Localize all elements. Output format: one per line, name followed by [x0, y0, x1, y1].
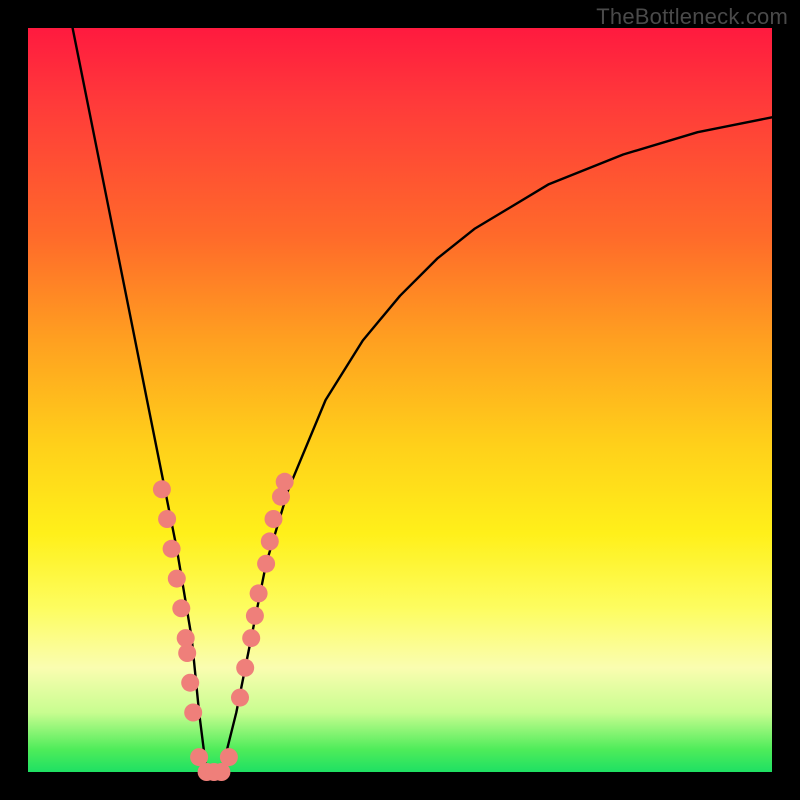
- highlight-markers: [153, 473, 294, 781]
- marker-dot: [220, 748, 238, 766]
- bottleneck-curve: [73, 28, 772, 772]
- marker-dot: [265, 510, 283, 528]
- marker-dot: [261, 532, 279, 550]
- marker-dot: [178, 644, 196, 662]
- marker-dot: [184, 704, 202, 722]
- watermark-text: TheBottleneck.com: [596, 4, 788, 30]
- marker-dot: [168, 570, 186, 588]
- curve-path: [73, 28, 772, 772]
- marker-dot: [246, 607, 264, 625]
- marker-dot: [153, 480, 171, 498]
- marker-dot: [250, 584, 268, 602]
- marker-dot: [181, 674, 199, 692]
- marker-dot: [172, 599, 190, 617]
- marker-dot: [163, 540, 181, 558]
- marker-dot: [158, 510, 176, 528]
- plot-area: [28, 28, 772, 772]
- marker-dot: [236, 659, 254, 677]
- marker-dot: [276, 473, 294, 491]
- marker-dot: [257, 555, 275, 573]
- marker-dot: [242, 629, 260, 647]
- chart-frame: TheBottleneck.com: [0, 0, 800, 800]
- curve-layer: [28, 28, 772, 772]
- marker-dot: [231, 689, 249, 707]
